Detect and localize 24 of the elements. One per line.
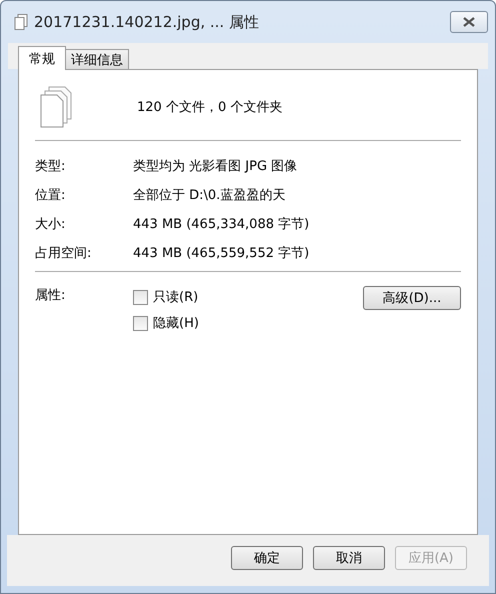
dialog-button[interactable]: 取消 [313, 546, 385, 570]
dialog-button[interactable]: 确定 [231, 546, 303, 570]
field-label: 类型: [35, 158, 66, 174]
field-value: 全部位于 D:\0.蓝盈盈的天 [133, 186, 286, 204]
window-title: 20171231.140212.jpg, ... 属性 [34, 12, 260, 32]
close-button[interactable] [450, 11, 488, 33]
checkbox-label: 隐藏(H) [153, 315, 199, 332]
checkbox[interactable] [133, 316, 148, 330]
checkbox[interactable] [133, 290, 148, 304]
summary-text: 120 个文件，0 个文件夹 [137, 99, 282, 116]
field-value: 443 MB (465,334,088 字节) [133, 216, 310, 232]
field-label: 属性: [35, 287, 66, 304]
tab[interactable]: 详细信息 [65, 49, 129, 69]
advanced-button[interactable]: 高级(D)... [363, 286, 461, 310]
field-value: 类型均为 光影看图 JPG 图像 [133, 158, 298, 174]
tab[interactable]: 常规 [18, 46, 66, 70]
checkbox-label: 只读(R) [153, 289, 198, 306]
documents-icon [14, 14, 28, 30]
close-icon [462, 17, 476, 27]
field-label: 占用空间: [35, 244, 92, 262]
field-label: 大小: [35, 216, 66, 232]
documents-icon [39, 86, 73, 128]
field-label: 位置: [35, 186, 66, 204]
field-value: 443 MB (465,559,552 字节) [133, 244, 310, 262]
